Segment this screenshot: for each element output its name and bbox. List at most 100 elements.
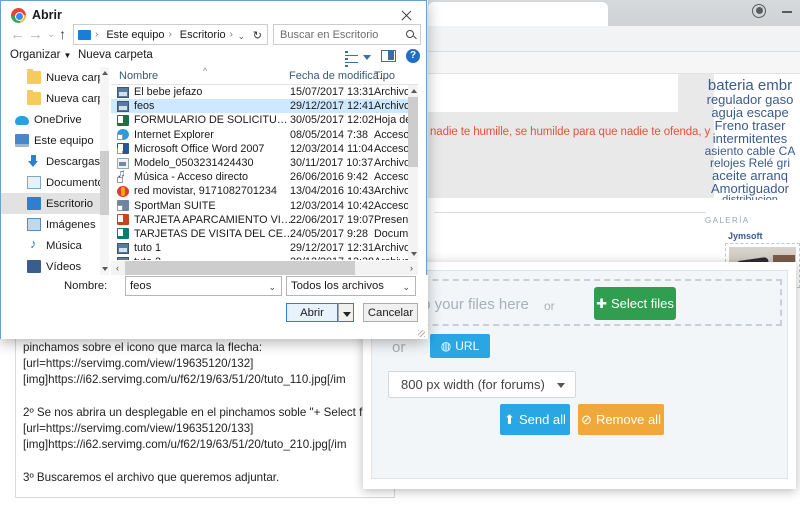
- file-list[interactable]: Nombre ^ Fecha de modifica... Tipo El be…: [111, 66, 418, 275]
- sidebar-item-v-deos[interactable]: Vídeos: [1, 256, 109, 275]
- open-dropdown-button[interactable]: [338, 303, 354, 322]
- breadcrumb-item-1[interactable]: Escritorio: [180, 29, 226, 41]
- publisher-file-icon: [117, 228, 129, 240]
- file-type: Presentac: [374, 213, 408, 226]
- table-row[interactable]: TARJETA APARCAMIENTO VISITA 22/06/2017 19…: [111, 213, 408, 227]
- search-icon: [406, 30, 414, 38]
- image-size-value: 800 px width (for forums): [401, 377, 545, 392]
- browser-tab[interactable]: [428, 2, 608, 26]
- chevron-down-icon[interactable]: ⌄: [237, 31, 245, 42]
- table-row[interactable]: FORMULARIO DE SOLICITUD ALTA USUA...30/0…: [111, 113, 408, 127]
- list-vertical-scrollbar[interactable]: [408, 85, 418, 260]
- sidebar-item-im-genes[interactable]: Imágenes: [1, 214, 109, 235]
- sidebar-item-descargas[interactable]: Descargas: [1, 151, 109, 172]
- table-row[interactable]: El bebe jefazo 15/07/2017 13:31Archivo A: [111, 85, 408, 99]
- table-row[interactable]: Modelo_0503231424430 30/11/2017 10:37 Arch…: [111, 156, 408, 170]
- search-input[interactable]: Buscar en Escritorio: [273, 24, 421, 45]
- file-type: Archivo J: [374, 242, 408, 255]
- filename-input[interactable]: feos ⌄: [125, 276, 282, 296]
- table-row[interactable]: Microsoft Office Word 2007 12/03/2014 11:…: [111, 142, 408, 156]
- scroll-down-icon[interactable]: [408, 248, 418, 260]
- url-button-label: URL: [455, 339, 480, 353]
- table-row[interactable]: red movistar, 9171082701234 13/04/2016 10…: [111, 184, 408, 198]
- arrow-right-icon[interactable]: →: [28, 26, 43, 43]
- music-shortcut-icon: [117, 168, 129, 183]
- chevron-down-icon[interactable]: ⌄: [268, 282, 276, 293]
- table-row[interactable]: feos 29/12/2017 12:41Archivo J: [111, 99, 408, 114]
- help-icon[interactable]: ?: [406, 49, 420, 63]
- column-header-nombre[interactable]: Nombre: [119, 70, 158, 82]
- upload-icon: ⬆: [504, 411, 515, 427]
- table-row[interactable]: tuto 1 29/12/2017 12:31Archivo J: [111, 241, 408, 255]
- sidebar-item-este-equipo[interactable]: Este equipo: [1, 130, 109, 151]
- remove-all-button[interactable]: ⊘ Remove all: [578, 404, 664, 435]
- chevron-down-icon[interactable]: [363, 55, 371, 60]
- jpg-file-icon: [117, 86, 129, 98]
- arrow-left-icon[interactable]: ←: [10, 26, 25, 43]
- file-date: 15/07/2017 13:31: [290, 86, 375, 99]
- file-type: Archivo A: [374, 86, 408, 99]
- navigation-tree[interactable]: Nueva carpetaNueva carpeta OneDrive Este e…: [1, 67, 109, 275]
- scroll-left-icon[interactable]: ‹: [111, 261, 124, 275]
- jpg-file-icon: [117, 256, 129, 260]
- url-button[interactable]: ◍ URL: [430, 334, 490, 358]
- excel-file-icon: [117, 114, 129, 126]
- post-white-area: [428, 74, 678, 112]
- sidebar-item-documentos[interactable]: Documentos: [1, 172, 109, 193]
- file-type: Archivo J: [374, 100, 408, 113]
- select-files-button[interactable]: ✚ Select files: [594, 287, 676, 320]
- file-dropzone[interactable]: Drop your files here or ✚ Select files: [382, 279, 782, 326]
- table-row[interactable]: Música - Acceso directo 26/06/2016 9:42 Ac…: [111, 168, 408, 184]
- browser-url-bar: [428, 26, 800, 52]
- sidebar-item-onedrive[interactable]: OneDrive: [1, 109, 109, 130]
- ie-shortcut-icon: [117, 129, 129, 141]
- sidebar-item-escritorio[interactable]: Escritorio: [1, 193, 109, 214]
- table-row[interactable]: SportMan SUITE 12/03/2014 10:42Acceso d: [111, 199, 408, 213]
- minimize-icon[interactable]: [782, 11, 792, 13]
- breadcrumb[interactable]: › Este equipo › Escritorio › ⌄ ↻: [73, 24, 268, 45]
- file-type: Acceso d: [374, 142, 408, 155]
- plus-icon: ✚: [596, 295, 608, 311]
- file-type: Documen: [374, 227, 408, 240]
- arrow-up-icon[interactable]: ↑: [59, 26, 66, 42]
- column-header-tipo[interactable]: Tipo: [374, 70, 395, 82]
- cancel-button[interactable]: Cancelar: [363, 303, 418, 322]
- table-row[interactable]: Internet Explorer 08/05/2014 7:38 Acceso d: [111, 128, 408, 142]
- breadcrumb-item-0[interactable]: Este equipo: [106, 29, 164, 41]
- sidebar-item-nueva-carpeta[interactable]: Nueva carpeta: [1, 67, 109, 88]
- sort-ascending-icon: ^: [203, 66, 208, 76]
- scroll-up-icon[interactable]: [100, 67, 109, 79]
- file-date: 29/12/2017 12:31: [290, 242, 375, 255]
- list-horizontal-scrollbar[interactable]: ‹ ›: [111, 261, 418, 275]
- bookmarks-bar: [428, 52, 800, 74]
- table-row[interactable]: tuto 229/12/2017 12:38Archivo J: [111, 255, 408, 260]
- list-scrollbar-thumb[interactable]: [408, 97, 418, 167]
- chevron-down-icon[interactable]: ⌄: [402, 282, 410, 293]
- bbcode-editor-panel[interactable]: pinchamos sobre el icono que marca la fl…: [15, 333, 395, 498]
- open-button[interactable]: Abrir: [286, 303, 338, 322]
- file-name: tuto 1: [134, 242, 162, 255]
- preview-pane-icon[interactable]: [381, 50, 396, 62]
- scroll-down-icon[interactable]: [100, 263, 109, 275]
- account-circle-icon[interactable]: [752, 4, 766, 18]
- refresh-icon[interactable]: ↻: [253, 29, 262, 42]
- hscroll-thumb[interactable]: [125, 261, 355, 275]
- scroll-right-icon[interactable]: ›: [405, 261, 418, 275]
- new-folder-button[interactable]: Nueva carpeta: [78, 49, 153, 61]
- downloads-icon: [27, 155, 41, 168]
- sidebar-item-label: Vídeos: [46, 260, 82, 273]
- sidebar-item-label: Escritorio: [46, 197, 94, 210]
- organizar-button[interactable]: Organizar ▼: [10, 49, 71, 61]
- view-list-icon[interactable]: [345, 51, 358, 71]
- recent-locations-icon[interactable]: ⌄: [47, 29, 55, 40]
- sidebar-item-m-sica[interactable]: Música: [1, 235, 109, 256]
- table-row[interactable]: TARJETAS DE VISITA DEL CENTRO24/05/2017 …: [111, 227, 408, 241]
- scroll-up-icon[interactable]: [408, 85, 418, 97]
- image-size-select[interactable]: 800 px width (for forums): [388, 371, 576, 398]
- folder-icon: [27, 69, 41, 84]
- resize-grip[interactable]: [418, 330, 425, 337]
- send-all-button[interactable]: ⬆ Send all: [500, 404, 570, 435]
- sidebar-item-nueva-carpeta[interactable]: Nueva carpeta: [1, 88, 109, 109]
- tree-scrollbar-thumb[interactable]: [100, 151, 109, 215]
- filetype-select[interactable]: Todos los archivos ⌄: [286, 276, 416, 296]
